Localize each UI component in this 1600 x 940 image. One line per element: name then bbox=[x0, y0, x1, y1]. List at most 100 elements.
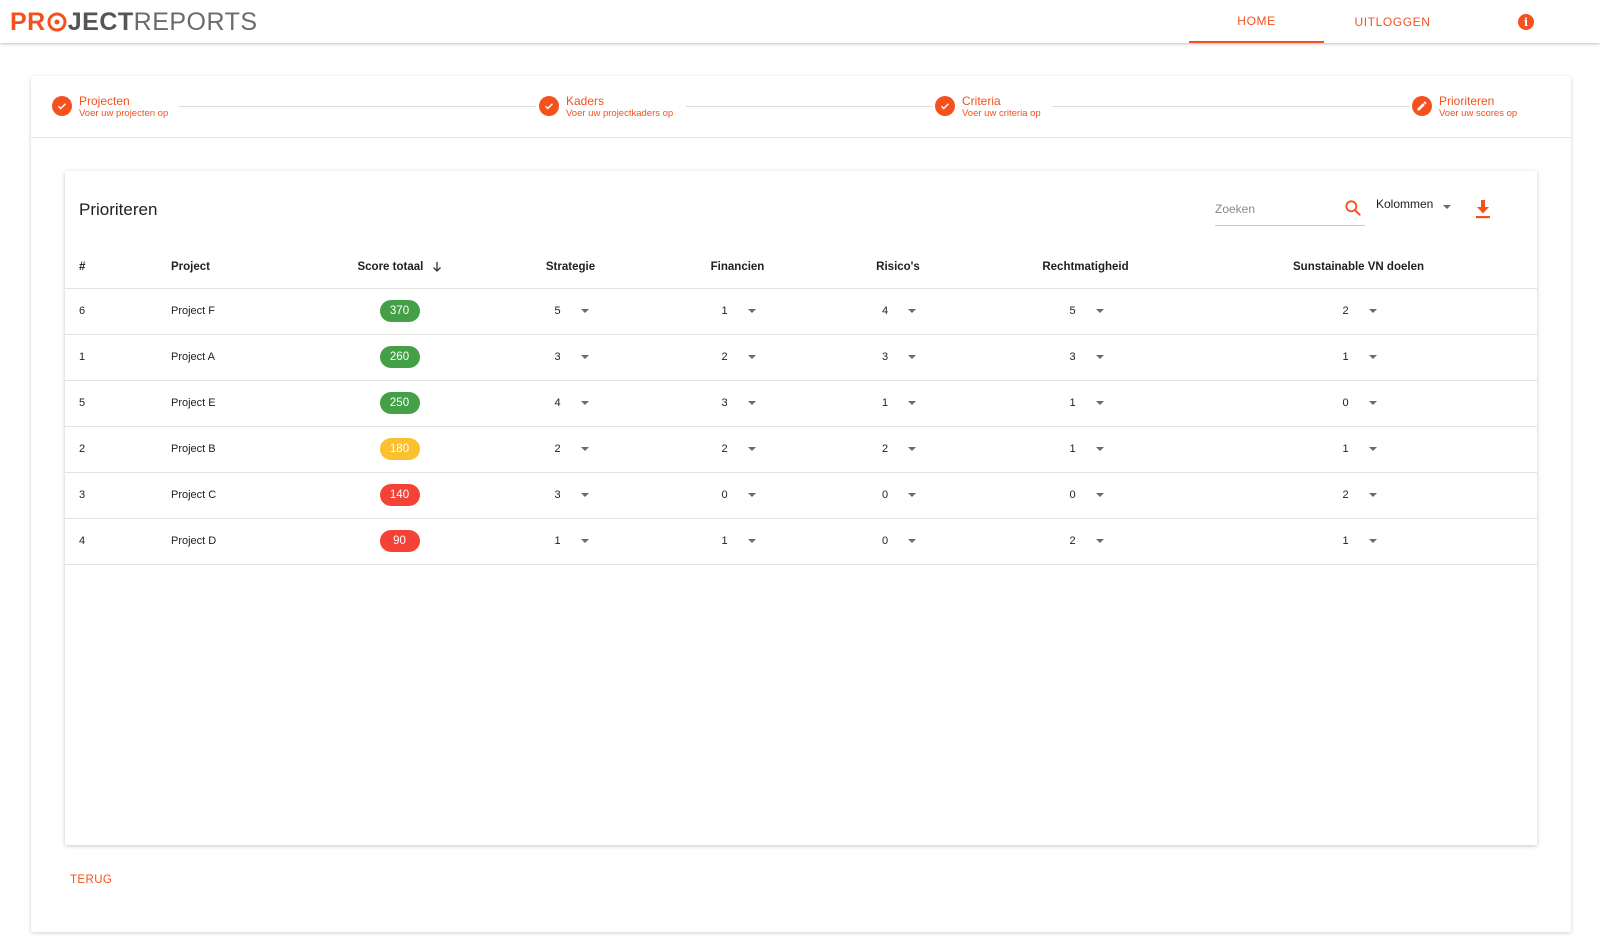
cell-financien: 2 bbox=[670, 426, 805, 473]
step-title: Kaders bbox=[566, 94, 605, 108]
score-select[interactable]: 0 bbox=[1341, 397, 1377, 409]
nav-tab-logout[interactable]: UITLOGGEN bbox=[1325, 0, 1460, 43]
score-select[interactable]: 1 bbox=[1068, 397, 1104, 409]
header-financien[interactable]: Financien bbox=[670, 247, 805, 289]
score-select[interactable]: 3 bbox=[1068, 351, 1104, 363]
header-project[interactable]: Project bbox=[171, 247, 328, 289]
dropdown-arrow-icon bbox=[908, 355, 916, 359]
info-icon[interactable]: i bbox=[1518, 14, 1534, 30]
score-badge: 140 bbox=[379, 484, 420, 506]
score-select[interactable]: 1 bbox=[1341, 351, 1377, 363]
dropdown-arrow-icon bbox=[1095, 539, 1104, 543]
select-value: 0 bbox=[1069, 489, 1076, 501]
score-select[interactable]: 2 bbox=[1341, 489, 1377, 501]
score-select[interactable]: 1 bbox=[1341, 535, 1377, 547]
score-select[interactable]: 3 bbox=[720, 397, 756, 409]
dropdown-arrow-icon bbox=[747, 309, 756, 313]
score-select[interactable]: 4 bbox=[553, 397, 589, 409]
cell-project: Project A bbox=[171, 334, 328, 381]
cell-risicos: 3 bbox=[805, 334, 991, 381]
dropdown-arrow-icon bbox=[1368, 355, 1377, 359]
dropdown-arrow-icon bbox=[747, 447, 756, 451]
score-select[interactable]: 2 bbox=[1341, 305, 1377, 317]
score-badge: 370 bbox=[379, 300, 420, 322]
score-badge: 90 bbox=[379, 530, 420, 552]
dropdown-arrow-icon bbox=[747, 401, 756, 405]
nav-tab-home[interactable]: HOME bbox=[1189, 0, 1324, 43]
table-row: 3 Project C 140 3 0 0 0 2 bbox=[65, 472, 1537, 519]
score-select[interactable]: 1 bbox=[1341, 443, 1377, 455]
select-value: 0 bbox=[881, 489, 889, 501]
score-select[interactable]: 4 bbox=[880, 305, 916, 317]
app-logo[interactable]: PR JECTREPORTS bbox=[10, 9, 258, 35]
step-projecten[interactable]: Projecten Voer uw projecten op bbox=[52, 94, 168, 120]
step-title: Projecten bbox=[79, 94, 130, 108]
header-score-totaal[interactable]: Score totaal bbox=[328, 247, 471, 289]
header-strategie[interactable]: Strategie bbox=[471, 247, 670, 289]
score-select[interactable]: 1 bbox=[720, 535, 756, 547]
score-select[interactable]: 3 bbox=[880, 351, 916, 363]
score-select[interactable]: 1 bbox=[880, 397, 916, 409]
columns-dropdown[interactable]: Kolommen bbox=[1376, 197, 1452, 211]
step-prioriteren[interactable]: Prioriteren Voer uw scores op bbox=[1412, 94, 1517, 120]
score-select[interactable]: 0 bbox=[720, 489, 756, 501]
search-icon[interactable] bbox=[1343, 198, 1363, 218]
score-select[interactable]: 2 bbox=[1068, 535, 1104, 547]
cell-score: 90 bbox=[328, 518, 471, 565]
cell-number: 5 bbox=[65, 380, 171, 427]
download-icon[interactable] bbox=[1473, 198, 1493, 220]
check-icon bbox=[539, 96, 559, 116]
dropdown-arrow-icon bbox=[1368, 401, 1377, 405]
score-select[interactable]: 5 bbox=[1068, 305, 1104, 317]
pencil-icon bbox=[1412, 96, 1432, 116]
cell-strategie: 4 bbox=[471, 380, 670, 427]
header-vn-doelen[interactable]: Sunstainable VN doelen bbox=[1180, 247, 1537, 289]
select-value: 4 bbox=[554, 397, 561, 409]
search-input[interactable] bbox=[1215, 198, 1333, 220]
chevron-down-icon bbox=[1443, 205, 1452, 209]
score-select[interactable]: 1 bbox=[1068, 443, 1104, 455]
check-icon bbox=[935, 96, 955, 116]
prioritize-table-card: Prioriteren Kolommen # bbox=[65, 171, 1537, 845]
cell-risicos: 1 bbox=[805, 380, 991, 427]
select-value: 1 bbox=[554, 535, 561, 547]
cell-project: Project D bbox=[171, 518, 328, 565]
score-select[interactable]: 0 bbox=[880, 535, 916, 547]
score-select[interactable]: 2 bbox=[720, 351, 756, 363]
select-value: 2 bbox=[881, 443, 889, 455]
logo-text-pr: PR bbox=[10, 8, 46, 36]
header-number[interactable]: # bbox=[65, 247, 171, 289]
back-button[interactable]: TERUG bbox=[70, 874, 112, 886]
score-select[interactable]: 3 bbox=[553, 489, 589, 501]
dropdown-arrow-icon bbox=[908, 539, 916, 543]
score-select[interactable]: 2 bbox=[553, 443, 589, 455]
dropdown-arrow-icon bbox=[747, 493, 756, 497]
header-rechtmatigheid[interactable]: Rechtmatigheid bbox=[991, 247, 1180, 289]
search-field[interactable] bbox=[1215, 194, 1365, 226]
cell-number: 4 bbox=[65, 518, 171, 565]
score-select[interactable]: 1 bbox=[553, 535, 589, 547]
score-select[interactable]: 1 bbox=[720, 305, 756, 317]
score-badge: 180 bbox=[379, 438, 420, 460]
step-kaders[interactable]: Kaders Voer uw projectkaders op bbox=[539, 94, 673, 120]
cell-score: 250 bbox=[328, 380, 471, 427]
select-value: 2 bbox=[721, 351, 728, 363]
score-select[interactable]: 0 bbox=[880, 489, 916, 501]
select-value: 2 bbox=[1342, 305, 1349, 317]
dropdown-arrow-icon bbox=[908, 401, 916, 405]
cell-vn-doelen: 1 bbox=[1180, 334, 1537, 381]
score-select[interactable]: 5 bbox=[553, 305, 589, 317]
dropdown-arrow-icon bbox=[908, 309, 916, 313]
table-row: 2 Project B 180 2 2 2 1 1 bbox=[65, 426, 1537, 473]
cell-vn-doelen: 1 bbox=[1180, 426, 1537, 473]
dropdown-arrow-icon bbox=[908, 493, 916, 497]
score-select[interactable]: 2 bbox=[720, 443, 756, 455]
select-value: 3 bbox=[721, 397, 728, 409]
score-select[interactable]: 3 bbox=[553, 351, 589, 363]
score-select[interactable]: 2 bbox=[880, 443, 916, 455]
header-risicos[interactable]: Risico's bbox=[805, 247, 991, 289]
score-select[interactable]: 0 bbox=[1068, 489, 1104, 501]
cell-financien: 2 bbox=[670, 334, 805, 381]
cell-rechtmatigheid: 3 bbox=[991, 334, 1180, 381]
step-criteria[interactable]: Criteria Voer uw criteria op bbox=[935, 94, 1041, 120]
